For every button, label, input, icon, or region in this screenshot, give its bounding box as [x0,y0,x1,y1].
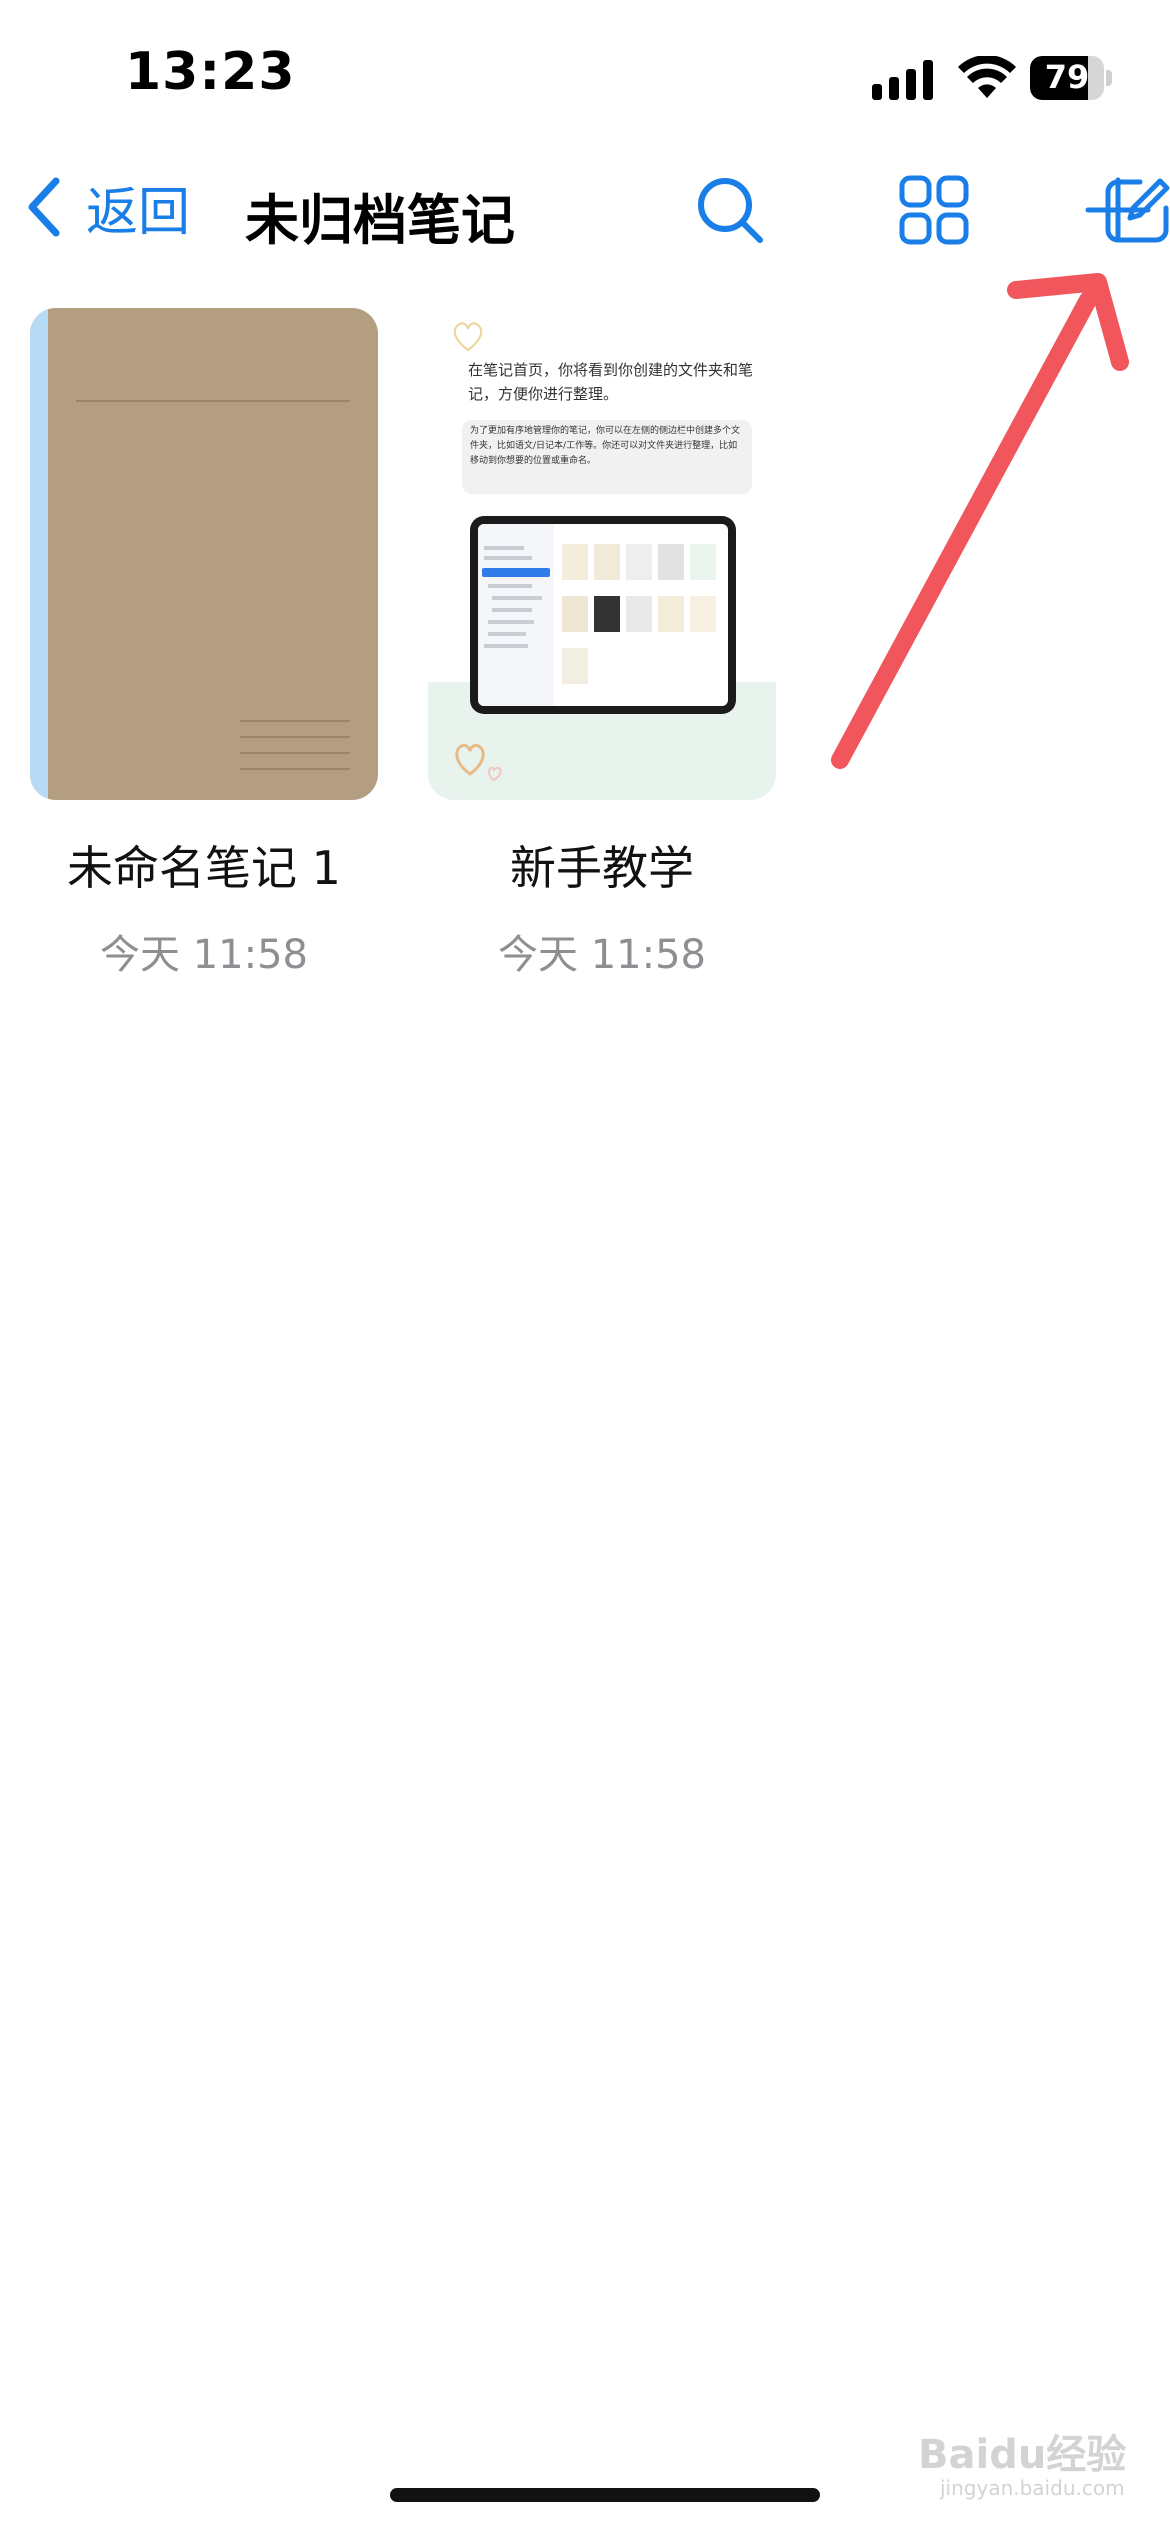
notebook-cover-thumbnail[interactable] [30,308,378,800]
note-date: 今天 11:58 [100,932,308,978]
battery-percent: 79 [1044,58,1090,96]
heart-doodle-icon [453,322,483,352]
cover-line [240,752,350,754]
note-date: 今天 11:58 [498,932,706,978]
chevron-left-icon [28,177,60,237]
note-title: 未命名笔记 1 [67,841,341,895]
back-label: 返回 [86,182,191,243]
tutorial-tip-text: 为了更加有序地管理你的笔记，你可以在左侧的侧边栏中创建多个文件夹，比如语文/日记… [470,426,741,466]
notebook-spine [30,308,48,800]
tutorial-tip-box: 为了更加有序地管理你的笔记，你可以在左侧的侧边栏中创建多个文件夹，比如语文/日记… [462,420,752,494]
status-time: 13:23 [125,42,296,102]
note-title: 新手教学 [510,841,694,895]
note-card[interactable]: 未命名笔记 1 今天 11:58 [30,308,378,978]
page-title: 未归档笔记 [245,189,515,252]
note-card[interactable]: 在笔记首页，你将看到你创建的文件夹和笔记，方便你进行整理。 为了更加有序地管理你… [428,308,776,978]
tablet-screen [478,524,728,706]
cellular-signal-icon [872,60,933,100]
grid-icon[interactable] [896,172,972,248]
back-button[interactable]: 返回 [24,172,191,243]
add-icon[interactable] [1080,172,1156,248]
cover-line [240,720,350,722]
wifi-icon [958,56,1016,98]
watermark-url: jingyan.baidu.com [940,2476,1125,2500]
tablet-illustration [470,516,736,714]
cover-line [240,768,350,770]
battery-indicator: 79 [1030,56,1112,100]
tutorial-thumbnail[interactable]: 在笔记首页，你将看到你创建的文件夹和笔记，方便你进行整理。 为了更加有序地管理你… [428,308,776,800]
watermark-logo: Baidu经验 [918,2432,1127,2478]
tutorial-preview-text: 在笔记首页，你将看到你创建的文件夹和笔记，方便你进行整理。 [468,361,754,403]
search-icon[interactable] [692,172,768,248]
annotation-arrow [831,273,1129,769]
cover-line [76,400,350,402]
home-indicator[interactable] [390,2488,820,2502]
heart-doodle-icon [455,743,502,782]
cover-line [240,736,350,738]
